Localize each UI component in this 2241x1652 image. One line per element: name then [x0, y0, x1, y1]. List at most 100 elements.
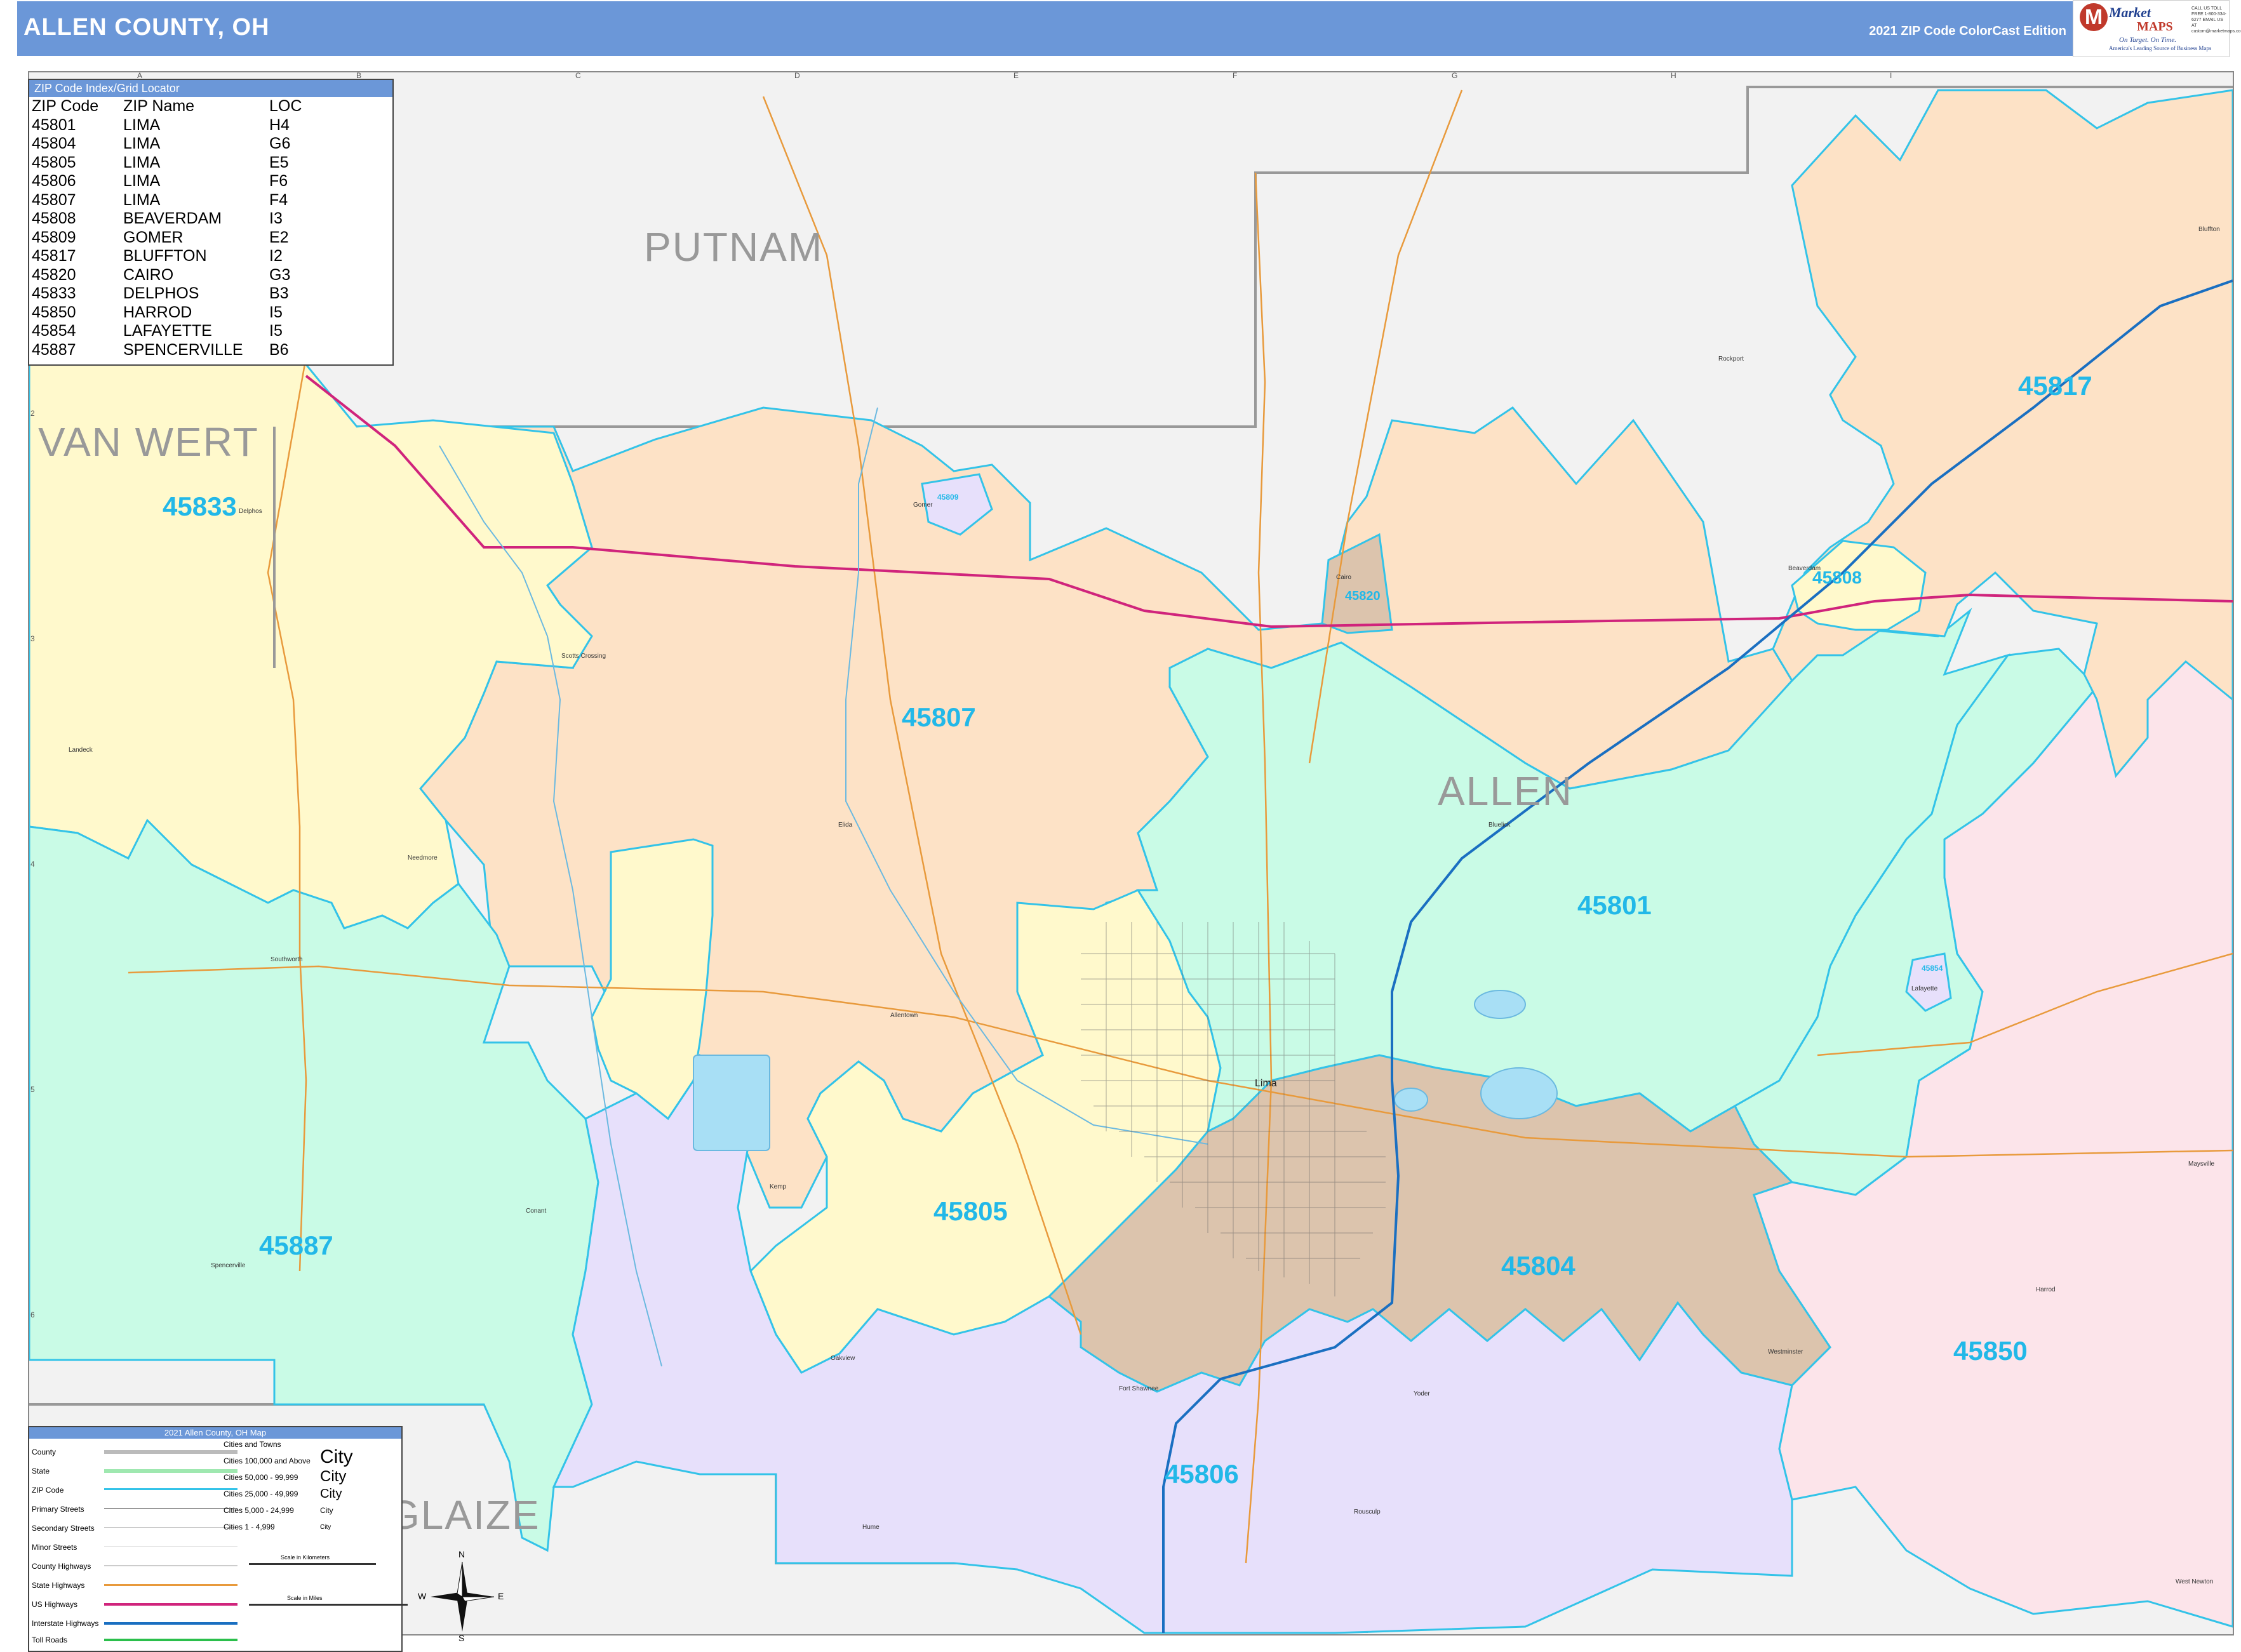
legend-city-class-4: Cities 5,000 - 24,999 — [224, 1506, 294, 1515]
table-row: 45807 LIMA F4 — [32, 191, 302, 210]
legend-state-line — [104, 1469, 237, 1473]
zip-index-grid: ZIP Code ZIP Name LOC 45801 LIMA H4 45804 L… — [32, 97, 302, 359]
city-kemp: Kemp — [770, 1183, 787, 1190]
zip-cell: 45850 — [32, 303, 76, 321]
legend-city-sample-2: City — [320, 1468, 347, 1485]
logo-m-icon: M — [2080, 3, 2108, 31]
city-landeck: Landeck — [69, 747, 93, 754]
zip-label-45801: 45801 — [1577, 890, 1652, 920]
zip-index-header-name: ZIP Name — [123, 97, 195, 115]
name-cell: LIMA — [123, 116, 161, 134]
name-cell: BLUFFTON — [123, 247, 207, 265]
map-edition: 2021 ZIP Code ColorCast Edition — [1869, 24, 2066, 38]
zip-cell: 45887 — [32, 340, 76, 359]
loc-cell: G3 — [269, 265, 291, 284]
city-maysville: Maysville — [2188, 1161, 2215, 1168]
legend-state: State — [32, 1467, 50, 1475]
zip-label-45854: 45854 — [1922, 964, 1943, 973]
legend-toll-line — [104, 1639, 237, 1641]
zip-label-45887: 45887 — [259, 1230, 333, 1260]
county-label-auglaize: GLAIZE — [388, 1492, 540, 1538]
map-legend: 2021 Allen County, OH Map County State Z… — [28, 1426, 408, 1652]
name-cell: LIMA — [123, 135, 161, 152]
city-fort-shawnee: Fort Shawnee — [1119, 1385, 1159, 1392]
grid-col-d: D — [794, 71, 800, 80]
county-label-putnam: PUTNAM — [644, 224, 824, 270]
loc-cell: B3 — [269, 284, 289, 302]
logo-brand-bottom: MAPS — [2137, 20, 2173, 34]
grid-row-4: 4 — [30, 860, 35, 869]
zip-cell: 45854 — [32, 322, 76, 340]
legend-state-hwy: State Highways — [32, 1581, 85, 1590]
city-bluelick: Bluelick — [1488, 822, 1511, 829]
compass-s: S — [458, 1633, 465, 1643]
legend-county-line — [104, 1450, 237, 1454]
city-oakview: Oakview — [831, 1355, 855, 1362]
map-header: ALLEN COUNTY, OH 2021 ZIP Code ColorCast… — [17, 1, 2228, 56]
table-row: 45833 DELPHOS B3 — [32, 284, 302, 303]
grid-col-f: F — [1233, 71, 1238, 80]
legend-zip: ZIP Code — [32, 1486, 64, 1495]
table-row: 45809 GOMER E2 — [32, 229, 302, 248]
zip-cell: 45833 — [32, 284, 76, 302]
zip-label-45807: 45807 — [902, 702, 976, 732]
zip-cell: 45806 — [32, 172, 76, 190]
city-yoder: Yoder — [1414, 1390, 1430, 1397]
zip-label-45833: 45833 — [163, 491, 237, 521]
legend-city-sample-1: City — [320, 1446, 353, 1467]
legend-city-sample-3: City — [320, 1487, 342, 1501]
name-cell: DELPHOS — [123, 284, 199, 302]
compass-rose-icon: N S W E — [418, 1549, 507, 1644]
zip-label-45804: 45804 — [1501, 1251, 1575, 1281]
legend-city-sample-4: City — [320, 1506, 333, 1515]
name-cell: GOMER — [123, 228, 184, 246]
table-row: 45806 LIMA F6 — [32, 172, 302, 191]
city-needmore: Needmore — [408, 855, 438, 862]
name-cell: LIMA — [123, 172, 161, 190]
compass-w: W — [418, 1591, 427, 1601]
loc-cell: I5 — [269, 303, 283, 321]
zip-label-45805: 45805 — [933, 1196, 1008, 1226]
grid-col-g: G — [1452, 71, 1458, 80]
zip-label-45809: 45809 — [937, 493, 959, 502]
city-rousculp: Rousculp — [1354, 1509, 1381, 1515]
city-cairo: Cairo — [1336, 574, 1351, 581]
loc-cell: E5 — [269, 153, 289, 171]
legend-us-hwy: US Highways — [32, 1600, 78, 1609]
city-scotts-crossing: Scotts Crossing — [561, 653, 606, 660]
zip-cell: 45801 — [32, 116, 76, 134]
legend-secondary: Secondary Streets — [32, 1524, 95, 1533]
table-row: 45850 HARROD I5 — [32, 303, 302, 323]
name-cell: SPENCERVILLE — [123, 340, 243, 359]
loc-cell: F4 — [269, 190, 288, 209]
legend-county: County — [32, 1448, 57, 1456]
grid-col-c: C — [575, 71, 581, 80]
table-row: 45805 LIMA E5 — [32, 154, 302, 173]
legend-scale-km-bar — [249, 1563, 376, 1565]
name-cell: HARROD — [123, 303, 192, 321]
legend-city-class-5: Cities 1 - 4,999 — [224, 1522, 275, 1531]
name-cell: CAIRO — [123, 265, 174, 284]
city-bluffton: Bluffton — [2198, 226, 2220, 233]
loc-cell: I5 — [269, 322, 283, 340]
grid-col-e: E — [1013, 71, 1019, 80]
legend-minor: Minor Streets — [32, 1543, 77, 1552]
city-westminster: Westminster — [1768, 1349, 1803, 1356]
loc-cell: E2 — [269, 228, 289, 246]
city-beaverdam: Beaverdam — [1788, 565, 1821, 572]
legend-scale-mi-bar — [249, 1604, 408, 1606]
grid-col-i: I — [1890, 71, 1892, 80]
logo-contact: CALL US TOLL FREE 1-800-334-6277 EMAIL U… — [2191, 6, 2241, 34]
city-southworth: Southworth — [271, 956, 303, 963]
zip-label-45817: 45817 — [2018, 371, 2092, 401]
name-cell: LIMA — [123, 153, 161, 171]
city-rockport: Rockport — [1718, 356, 1744, 363]
table-row: 45801 LIMA H4 — [32, 116, 302, 135]
loc-cell: F6 — [269, 172, 288, 190]
grid-row-5: 5 — [30, 1085, 35, 1094]
logo-tagline-2: America's Leading Source of Business Map… — [2109, 45, 2212, 51]
zip-label-45820: 45820 — [1345, 589, 1381, 603]
name-cell: BEAVERDAM — [123, 210, 222, 227]
zip-index-table: ZIP Code Index/Grid Locator ZIP Code ZIP… — [28, 79, 394, 366]
legend-title: 2021 Allen County, OH Map — [29, 1427, 401, 1439]
